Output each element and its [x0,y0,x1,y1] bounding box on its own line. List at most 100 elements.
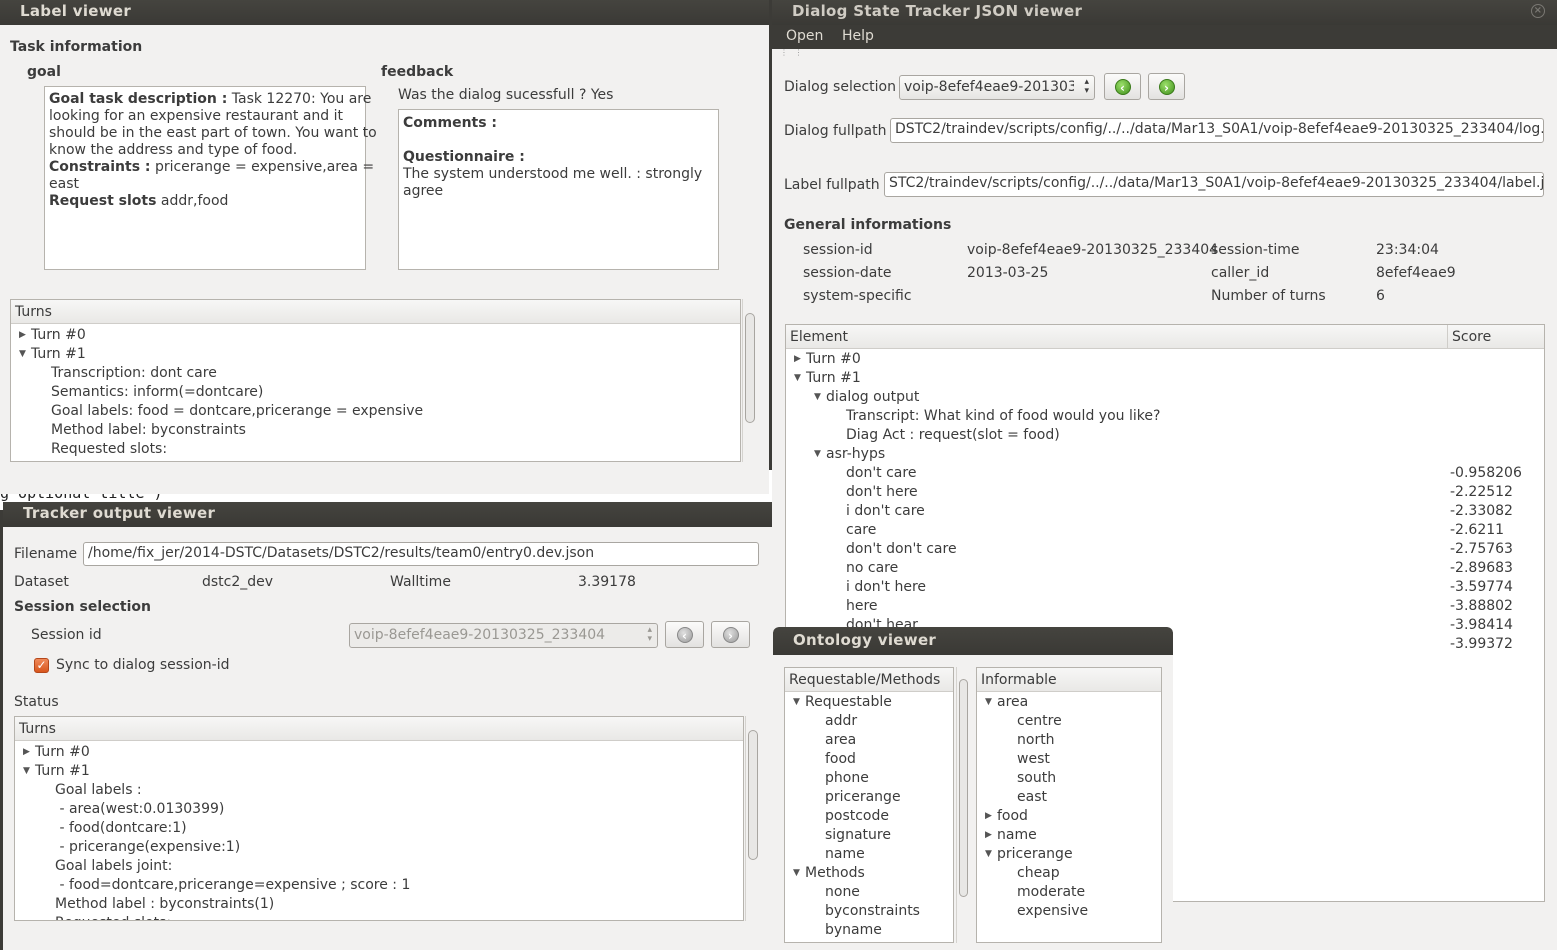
informable-row[interactable]: moderate [1005,883,1085,902]
menu-help[interactable]: Help [842,28,874,44]
element-row[interactable]: no care [834,559,898,578]
requestable-row[interactable]: food [813,750,856,769]
next-session-button[interactable]: › [711,621,750,648]
feedback-textbox[interactable]: Comments : Questionnaire : The system un… [398,109,719,270]
informable-tree[interactable]: Informable ▼ area centre north west south east… [976,667,1162,943]
score-column-header[interactable]: Score [1448,325,1544,349]
collapsed-triangle-icon[interactable]: ▶ [985,807,997,826]
element-row[interactable]: don't here [834,483,918,502]
collapsed-triangle-icon[interactable]: ▶ [985,826,997,845]
dialog-viewer-titlebar[interactable]: Dialog State Tracker JSON viewer × [772,0,1557,25]
filename-input[interactable]: /home/fix_jer/2014-DSTC/Datasets/DSTC2/r… [83,542,759,566]
scroll-thumb[interactable] [959,679,968,897]
dialog-selection-combo[interactable]: voip-8efef4eae9-20130325_233404 ▴▾ [899,75,1095,100]
element-row[interactable]: here [834,597,878,616]
label-fullpath-input[interactable]: STC2/traindev/scripts/config/../../data/… [884,172,1544,197]
element-row[interactable]: Diag Act : request(slot = food) [834,426,1060,445]
informable-row[interactable]: ▶ name [985,826,1037,845]
turn-row[interactable]: ▼ Turn #1 [23,762,90,781]
ontology-viewer-titlebar[interactable]: Ontology viewer [773,627,1173,655]
turns-column-header[interactable]: Turns [15,717,743,741]
label-viewer-titlebar[interactable]: Label viewer [0,0,769,25]
turn-row[interactable]: Transcription: dont care [39,364,217,383]
element-row[interactable]: i don't here [834,578,926,597]
informable-row[interactable]: cheap [1005,864,1060,883]
requestable-scrollbar[interactable] [956,667,970,943]
requestable-row[interactable]: byconstraints [813,902,920,921]
tracker-turns-scrollbar[interactable] [745,716,760,921]
informable-row[interactable]: ▼ pricerange [985,845,1073,864]
expanded-triangle-icon[interactable]: ▼ [985,845,997,864]
requestable-row[interactable]: byname [813,921,882,940]
requestable-row[interactable]: ▼ Methods [793,864,865,883]
dialog-fullpath-input[interactable]: DSTC2/traindev/scripts/config/../../data… [890,118,1544,143]
informable-row[interactable]: west [1005,750,1050,769]
informable-row[interactable]: ▶ food [985,807,1028,826]
turn-row[interactable]: ▶ Turn #0 [23,743,90,762]
requestable-row[interactable]: addr [813,712,857,731]
requestable-row[interactable]: ▼ Requestable [793,693,892,712]
expanded-triangle-icon[interactable]: ▼ [794,369,806,388]
turn-row[interactable]: Requested slots: [39,440,167,459]
turn-row[interactable]: - area(west:0.0130399) [43,800,224,819]
expanded-triangle-icon[interactable]: ▼ [19,345,31,364]
requestable-row[interactable]: name [813,845,865,864]
element-row[interactable]: ▼ dialog output [814,388,919,407]
collapsed-triangle-icon[interactable]: ▶ [794,350,806,369]
informable-row[interactable]: centre [1005,712,1062,731]
expanded-triangle-icon[interactable]: ▼ [793,864,805,883]
informable-row[interactable]: north [1005,731,1055,750]
element-row[interactable]: don't care [834,464,916,483]
expanded-triangle-icon[interactable]: ▼ [814,388,826,407]
requestable-row[interactable]: none [813,883,860,902]
element-row[interactable]: care [834,521,876,540]
turns-column-header[interactable]: Turns [11,300,740,324]
turn-row[interactable]: Method label: byconstraints [39,421,246,440]
expanded-triangle-icon[interactable]: ▼ [793,693,805,712]
informable-column-header[interactable]: Informable [977,668,1161,692]
informable-row[interactable]: south [1005,769,1056,788]
label-turns-tree[interactable]: Turns ▶ Turn #0 ▼ Turn #1 Transcription: don… [10,299,741,462]
label-turns-scrollbar[interactable] [742,299,757,462]
turn-row[interactable]: Requested slots: [43,914,171,920]
turn-row[interactable]: Goal labels joint: [43,857,172,876]
turn-row[interactable]: - pricerange(expensive:1) [43,838,240,857]
turn-row[interactable]: ▶ Turn #0 [19,326,86,345]
turn-row[interactable]: ▼ Turn #1 [19,345,86,364]
next-dialog-button[interactable]: › [1148,73,1185,100]
element-row[interactable]: ▶ Turn #0 [794,350,861,369]
menu-open[interactable]: Open [786,28,823,44]
informable-row[interactable]: expensive [1005,902,1088,921]
collapsed-triangle-icon[interactable]: ▶ [19,326,31,345]
scroll-thumb[interactable] [748,730,758,860]
expanded-triangle-icon[interactable]: ▼ [23,762,35,781]
turn-row[interactable]: - food=dontcare,pricerange=expensive ; s… [43,876,410,895]
informable-row[interactable]: ▼ area [985,693,1028,712]
element-column-header[interactable]: Element [786,325,1448,349]
element-row[interactable]: Transcript: What kind of food would you … [834,407,1160,426]
element-row[interactable]: ▼ asr-hyps [814,445,885,464]
tracker-viewer-titlebar[interactable]: Tracker output viewer [3,502,773,527]
sync-checkbox[interactable]: ✓ [34,658,49,673]
turn-row[interactable]: Method label : byconstraints(1) [43,895,274,914]
requestable-column-header[interactable]: Requestable/Methods [785,668,953,692]
goal-textbox[interactable]: Goal task description : Task 12270: You … [44,86,377,270]
prev-dialog-button[interactable]: ‹ [1104,73,1141,100]
scroll-thumb[interactable] [745,313,755,423]
element-row[interactable]: don't don't care [834,540,957,559]
requestable-row[interactable]: pricerange [813,788,901,807]
requestable-row[interactable]: area [813,731,856,750]
turn-row[interactable]: Goal labels : [43,781,142,800]
requestable-tree[interactable]: Requestable/Methods ▼ Requestable addr area… [784,667,954,943]
element-row[interactable]: ▼ Turn #1 [794,369,861,388]
session-id-combo[interactable]: voip-8efef4eae9-20130325_233404 ▴ ▾ [349,623,658,648]
turn-row[interactable]: Goal labels: food = dontcare,pricerange … [39,402,423,421]
requestable-row[interactable]: postcode [813,807,889,826]
turn-row[interactable]: Semantics: inform(=dontcare) [39,383,263,402]
expanded-triangle-icon[interactable]: ▼ [985,693,997,712]
prev-session-button[interactable]: ‹ [665,621,704,648]
informable-row[interactable]: east [1005,788,1047,807]
close-icon[interactable]: × [1531,4,1545,18]
collapsed-triangle-icon[interactable]: ▶ [23,743,35,762]
requestable-row[interactable]: signature [813,826,891,845]
